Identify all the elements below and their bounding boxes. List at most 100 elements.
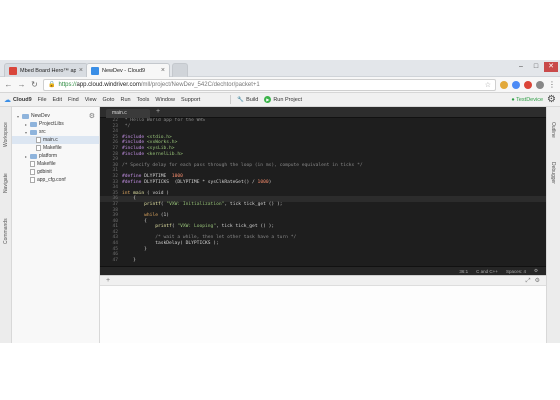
- tab-commands[interactable]: Commands: [0, 209, 12, 253]
- browser-tab-cloud9[interactable]: NewDev - Cloud9 ×: [86, 63, 170, 77]
- code-line[interactable]: 47 }: [100, 258, 546, 264]
- extension-icon[interactable]: [500, 80, 508, 89]
- cloud-icon: ☁: [4, 96, 11, 104]
- code-token: 1000: [257, 179, 269, 185]
- tree-item-label: main.c: [43, 137, 58, 143]
- tree-item-folder[interactable]: ▾ NewDev: [12, 112, 99, 120]
- tab-navigate[interactable]: Navigate: [0, 163, 12, 203]
- editor-tab-bar: main.c +: [100, 107, 546, 118]
- chevron-right-icon[interactable]: ▸: [24, 122, 28, 127]
- menu-run[interactable]: Run: [120, 97, 130, 103]
- test-device-label: TestDevice: [516, 96, 544, 103]
- code-token: */: [122, 123, 131, 129]
- maximize-button[interactable]: □: [529, 62, 543, 72]
- url-protocol: https://: [58, 81, 77, 88]
- console-controls: ⤢ ⚙: [526, 276, 540, 286]
- new-tab-button[interactable]: [172, 63, 188, 77]
- close-icon[interactable]: ×: [161, 67, 165, 74]
- extension-icon[interactable]: [524, 80, 532, 89]
- menu-goto[interactable]: Goto: [103, 97, 115, 103]
- menu-edit[interactable]: Edit: [53, 97, 62, 103]
- cursor-position: 36:1: [459, 268, 469, 274]
- file-icon: [30, 169, 35, 175]
- build-button[interactable]: 🔧 Build: [237, 97, 258, 103]
- extension-icon[interactable]: [512, 80, 520, 89]
- mbed-favicon-icon: [9, 66, 17, 75]
- console-tab-bar: + ⤢ ⚙: [100, 276, 546, 286]
- menubar-right: ● TestDevice ⚙: [511, 94, 556, 105]
- folder-icon: [22, 113, 29, 119]
- file-icon: [30, 177, 35, 183]
- forward-icon[interactable]: →: [17, 80, 26, 89]
- star-icon[interactable]: ☆: [485, 81, 491, 89]
- tree-item-folder[interactable]: ▸ ProjectLibs: [12, 120, 99, 128]
- language-mode[interactable]: C and C++: [476, 269, 498, 274]
- url-field[interactable]: 🔒 https://app.cloud.windriver.com/mll/pr…: [43, 78, 496, 91]
- tree-item-file[interactable]: gdbinit: [12, 168, 99, 176]
- folder-icon: [30, 121, 37, 127]
- code-lines[interactable]: 22 * Hello World app for the WRS 23 */24 2…: [100, 118, 546, 266]
- tree-item-folder[interactable]: ▾ src: [12, 128, 99, 136]
- close-icon[interactable]: ×: [79, 67, 83, 74]
- folder-icon: [30, 129, 37, 135]
- tab-title: Mbed Board Hero™ app: [20, 67, 76, 74]
- menu-window[interactable]: Window: [155, 97, 175, 103]
- indent-mode[interactable]: Spaces: 4: [506, 269, 526, 274]
- lock-icon: 🔒: [48, 82, 56, 88]
- tree-item-label: app_cfg.conf: [37, 177, 66, 183]
- file-icon: [36, 145, 41, 151]
- tree-item-label: ProjectLibs: [39, 121, 64, 127]
- menu-tools[interactable]: Tools: [137, 97, 150, 103]
- code-token: , tick tick_get () );: [224, 201, 283, 207]
- code-editor: main.c + 22 * Hello World app for the WR…: [100, 107, 546, 275]
- back-icon[interactable]: ←: [4, 80, 13, 89]
- editor-tab-main-c[interactable]: main.c: [106, 109, 150, 118]
- menu-find[interactable]: Find: [68, 97, 79, 103]
- minimize-button[interactable]: –: [514, 62, 528, 72]
- url-host: app.cloud.windriver.com: [76, 81, 141, 88]
- editor-status-bar: 36:1 C and C++ Spaces: 4 ⚙: [100, 266, 546, 275]
- folder-icon: [30, 153, 37, 159]
- code-token: <kernelLib.h>: [146, 151, 183, 157]
- code-token: ): [268, 179, 272, 185]
- chevron-right-icon[interactable]: ▸: [24, 154, 28, 159]
- test-device-selector[interactable]: ● TestDevice: [511, 97, 543, 103]
- address-bar: ← → ↻ 🔒 https://app.cloud.windriver.com /…: [0, 77, 560, 93]
- tree-item-file[interactable]: Makefile: [12, 160, 99, 168]
- cloud9-logo[interactable]: ☁ Cloud9: [4, 96, 32, 104]
- maximize-icon[interactable]: ⤢: [526, 276, 531, 286]
- menu-support[interactable]: Support: [181, 97, 200, 103]
- line-number: 47: [112, 257, 118, 263]
- window-controls: – □ ✕: [514, 62, 558, 72]
- browser-menu-icon[interactable]: ⋮: [548, 80, 556, 89]
- chevron-down-icon[interactable]: ▾: [16, 114, 20, 119]
- browser-tab-mbed[interactable]: Mbed Board Hero™ app ×: [4, 63, 88, 77]
- menu-file[interactable]: File: [38, 97, 47, 103]
- tree-item-file[interactable]: app_cfg.conf: [12, 176, 99, 184]
- code-token: ( void ): [146, 190, 170, 196]
- browser-tab-bar: Mbed Board Hero™ app × NewDev - Cloud9 ×…: [0, 60, 560, 77]
- gear-icon[interactable]: ⚙: [547, 94, 556, 105]
- tree-item-folder[interactable]: ▸ platform: [12, 152, 99, 160]
- gear-icon[interactable]: ⚙: [535, 276, 540, 286]
- add-terminal-icon[interactable]: +: [106, 276, 110, 286]
- file-icon: [36, 137, 41, 143]
- url-path: /mll/project/NewDev_542C/dechtor/packet+…: [140, 81, 260, 88]
- tab-debugger[interactable]: Debugger: [546, 153, 560, 193]
- add-tab-icon[interactable]: +: [156, 108, 160, 115]
- extension-icon[interactable]: [536, 80, 544, 89]
- chevron-down-icon[interactable]: ▾: [24, 130, 28, 135]
- close-window-button[interactable]: ✕: [544, 62, 558, 72]
- tab-outline[interactable]: Outline: [546, 113, 560, 147]
- tab-workspace[interactable]: Workspace: [0, 113, 12, 157]
- tree-item-file[interactable]: Makefile: [12, 144, 99, 152]
- tree-item-file[interactable]: main.c: [12, 136, 99, 144]
- reload-icon[interactable]: ↻: [30, 80, 39, 89]
- run-project-button[interactable]: ▶ Run Project: [264, 96, 302, 103]
- tree-item-label: NewDev: [31, 113, 50, 119]
- gear-icon[interactable]: ⚙: [534, 268, 538, 274]
- menu-view[interactable]: View: [85, 97, 97, 103]
- cloud9-favicon-icon: [91, 66, 99, 75]
- console-panel: + ⤢ ⚙: [100, 275, 546, 343]
